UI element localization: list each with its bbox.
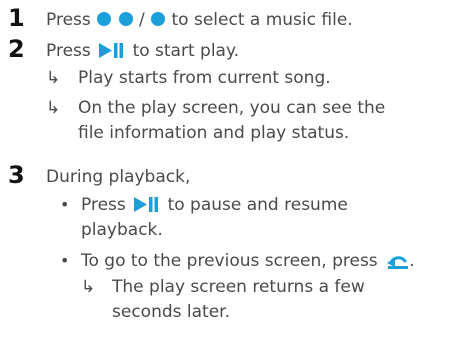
step-number-1: 1: [8, 4, 25, 32]
result-arrow-icon: ↳: [46, 68, 61, 88]
step-1-post: to select a music file.: [171, 10, 353, 30]
step-2-result-1: Play starts from current song.: [78, 68, 331, 88]
step-1-pre: Press: [46, 10, 91, 30]
bullet-marker: •: [60, 195, 70, 214]
step-2-result-2-cont: file information and play status.: [78, 123, 350, 143]
step-1-separator: /: [138, 10, 145, 30]
step-3-bullet-2: To go to the previous screen, press .: [81, 250, 414, 272]
bullet-1-pre: Press: [81, 195, 126, 215]
nav-button-dot-icon: [118, 12, 133, 26]
bullet-1-post: to pause and resume: [167, 195, 348, 215]
step-1-text: Press / to select a music file.: [46, 9, 353, 31]
step-2-text: Press to start play.: [46, 40, 239, 62]
step-3-intro: During playback,: [46, 167, 191, 187]
step-2-post: to start play.: [132, 41, 240, 61]
step-3-result-1-cont: seconds later.: [112, 302, 230, 322]
result-arrow-icon: ↳: [46, 98, 61, 118]
nav-button-dot-icon: [151, 12, 166, 26]
back-icon: [387, 256, 409, 269]
step-2-result-2: On the play screen, you can see the: [78, 98, 386, 118]
step-2-pre: Press: [46, 41, 91, 61]
step-3-bullet-1: Press to pause and resume: [81, 194, 348, 216]
bullet-2-text: To go to the previous screen, press: [81, 251, 378, 271]
step-number-2: 2: [8, 35, 25, 63]
step-number-3: 3: [8, 161, 25, 189]
bullet-2-end: .: [409, 251, 415, 271]
nav-button-dot-icon: [97, 12, 112, 26]
step-3-result-1: The play screen returns a few: [112, 277, 365, 297]
result-arrow-icon: ↳: [81, 277, 96, 297]
bullet-marker: •: [60, 251, 70, 270]
play-pause-icon: [134, 197, 159, 212]
play-pause-icon: [99, 43, 124, 58]
step-3-bullet-1-cont: playback.: [81, 220, 163, 240]
